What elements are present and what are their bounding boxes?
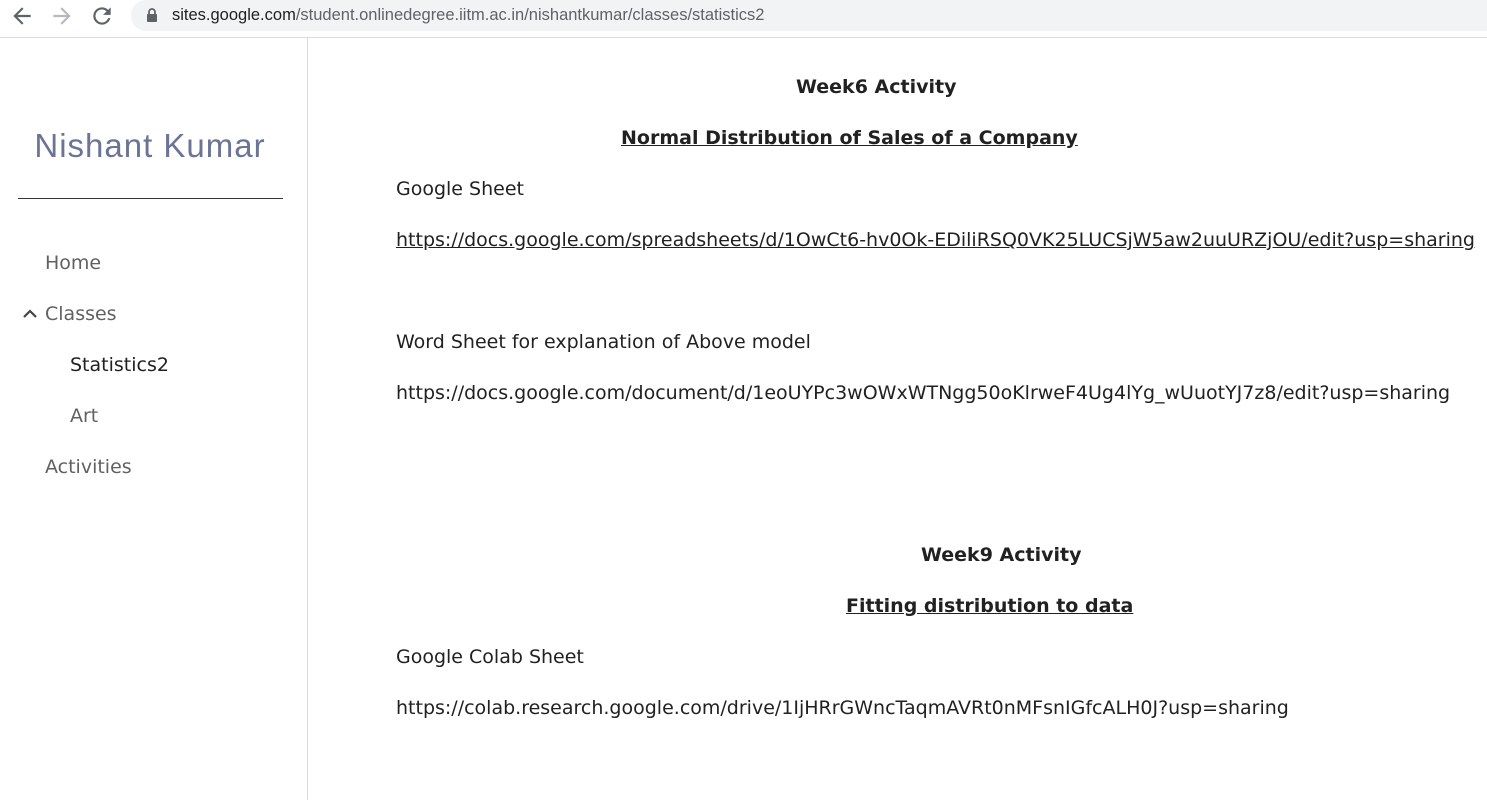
- sidebar-item-home[interactable]: Home: [45, 251, 101, 275]
- sidebar-item-statistics2[interactable]: Statistics2: [70, 353, 169, 377]
- sidebar-item-art[interactable]: Art: [70, 404, 98, 428]
- sidebar-item-classes[interactable]: Classes: [45, 302, 117, 326]
- browser-toolbar: sites.google.com/student.onlinedegree.ii…: [0, 0, 1487, 38]
- colab-sheet-label: Google Colab Sheet: [396, 646, 584, 668]
- google-sheet-link[interactable]: https://docs.google.com/spreadsheets/d/1…: [396, 228, 1475, 252]
- word-sheet-label: Word Sheet for explanation of Above mode…: [396, 331, 811, 353]
- week6-subheading: Normal Distribution of Sales of a Compan…: [621, 127, 1078, 149]
- sidebar: Nishant Kumar Home Classes Statistics2 A…: [0, 38, 308, 800]
- main-content: Week6 Activity Normal Distribution of Sa…: [308, 38, 1487, 800]
- reload-icon[interactable]: [89, 3, 115, 29]
- forward-arrow-icon[interactable]: [49, 3, 75, 29]
- url-text[interactable]: sites.google.com/student.onlinedegree.ii…: [172, 5, 764, 25]
- lock-icon[interactable]: [145, 7, 159, 23]
- back-arrow-icon[interactable]: [9, 3, 35, 29]
- word-sheet-url: https://docs.google.com/document/d/1eoUY…: [396, 382, 1451, 404]
- week6-heading: Week6 Activity: [796, 76, 957, 98]
- chevron-up-icon[interactable]: [21, 305, 39, 319]
- week9-heading: Week9 Activity: [921, 544, 1082, 566]
- sidebar-item-activities[interactable]: Activities: [45, 455, 132, 479]
- site-title[interactable]: Nishant Kumar: [0, 126, 300, 166]
- title-divider: [18, 198, 283, 199]
- week9-subheading: Fitting distribution to data: [846, 595, 1134, 617]
- google-sheet-label: Google Sheet: [396, 178, 524, 200]
- colab-sheet-url: https://colab.research.google.com/drive/…: [396, 697, 1289, 719]
